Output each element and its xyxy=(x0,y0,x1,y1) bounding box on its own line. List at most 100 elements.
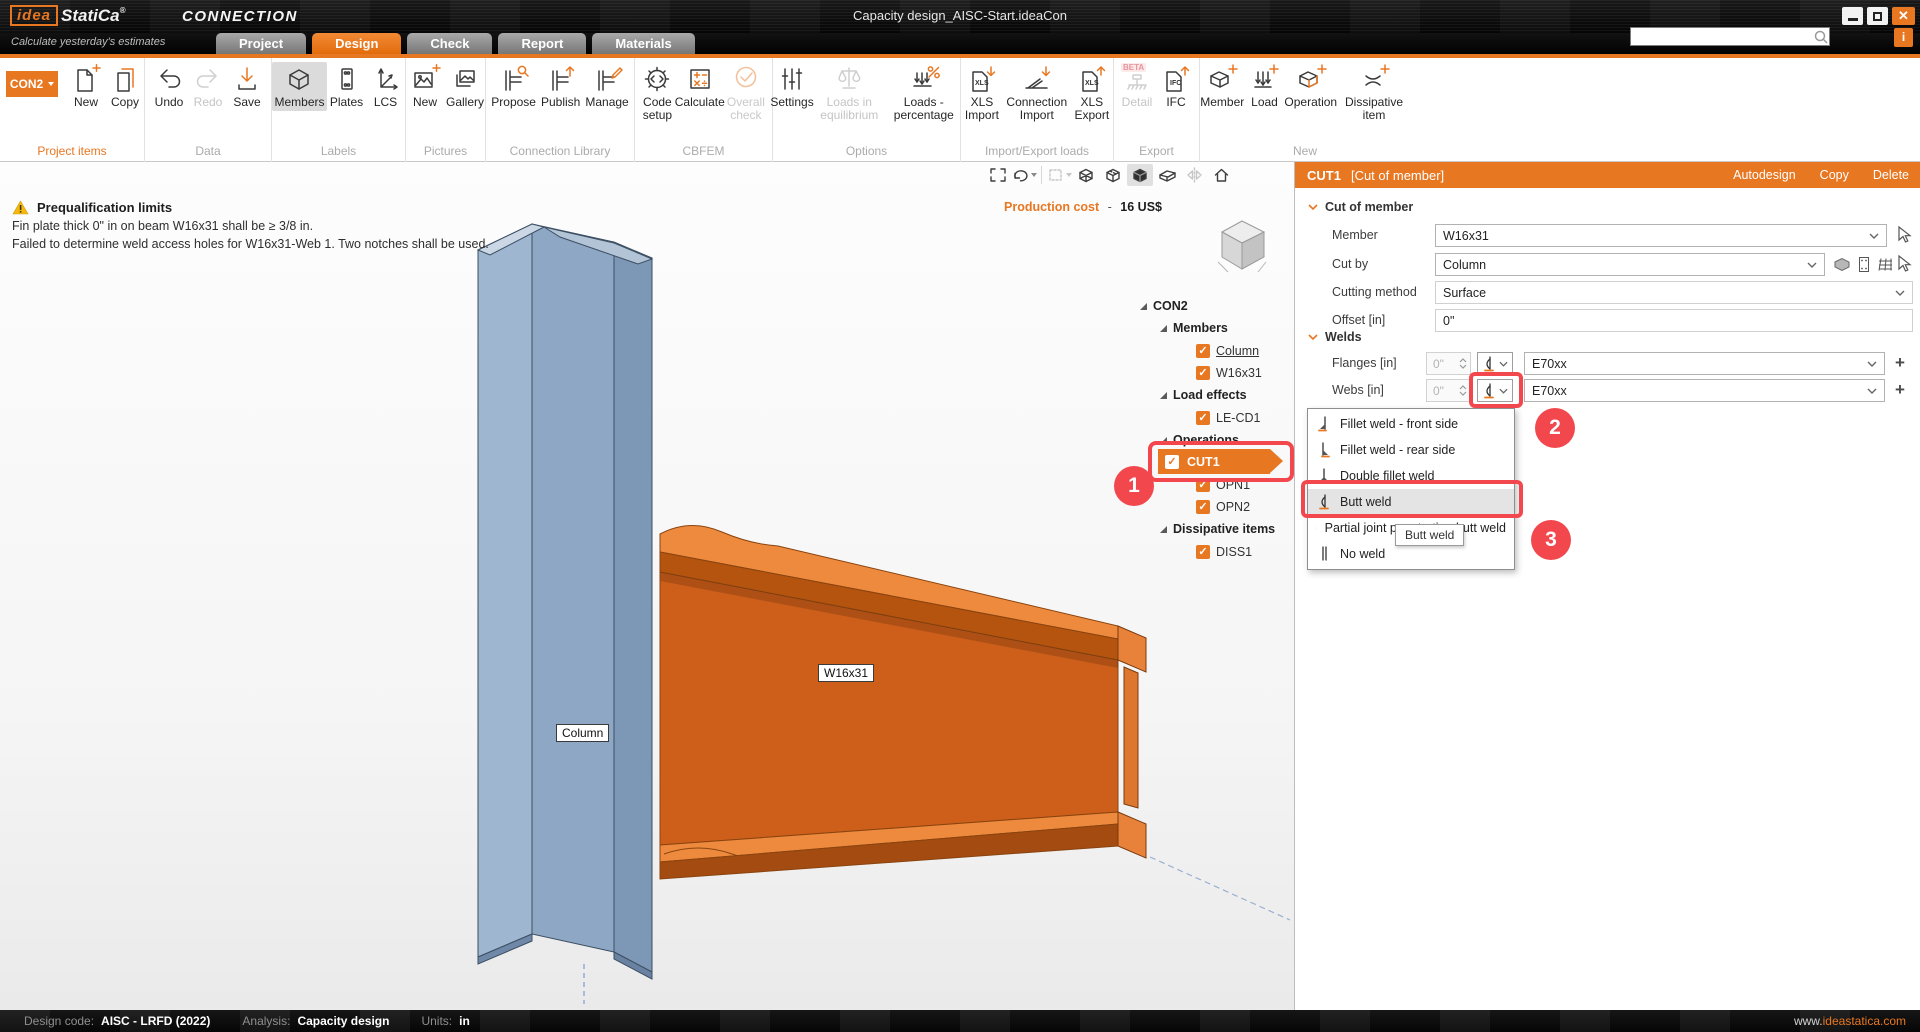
connection-import-button[interactable]: Connection Import xyxy=(1004,62,1070,124)
new-load-button[interactable]: Load xyxy=(1246,62,1284,111)
new-operation-button[interactable]: Operation xyxy=(1285,62,1338,111)
undo-button[interactable]: Undo xyxy=(150,62,188,111)
lcs-labels-button[interactable]: LCS xyxy=(367,62,405,111)
tab-report[interactable]: Report xyxy=(498,33,586,54)
maximize-icon xyxy=(1873,12,1882,21)
tree-item-opn2[interactable]: ✓OPN2 xyxy=(1196,497,1250,517)
partial-penetration-weld-icon xyxy=(1316,520,1317,536)
webs-electrode-dropdown[interactable]: E70xx xyxy=(1524,379,1885,402)
cutting-method-dropdown[interactable]: Surface xyxy=(1435,281,1913,304)
checkbox-checked-icon[interactable]: ✓ xyxy=(1196,545,1210,559)
copy-project-item-button[interactable]: Copy xyxy=(106,62,144,111)
website-link[interactable]: www.ideastatica.com xyxy=(1794,1014,1906,1028)
operation-title: CUT1 xyxy=(1307,168,1341,183)
tree-item-le-cd1[interactable]: ✓LE-CD1 xyxy=(1196,408,1260,428)
cut-by-dropdown[interactable]: Column xyxy=(1435,253,1825,276)
code-setup-button[interactable]: Code setup xyxy=(635,62,680,124)
new-picture-button[interactable]: New xyxy=(406,62,444,111)
tree-node-dissipative-items[interactable]: Dissipative items xyxy=(1160,519,1275,539)
checkbox-checked-icon[interactable]: ✓ xyxy=(1196,344,1210,358)
spinner-arrows-icon[interactable] xyxy=(1459,385,1467,396)
plate-mode-icon[interactable] xyxy=(1857,256,1871,273)
welds-section-header[interactable]: Welds xyxy=(1308,330,1362,344)
select-cut-by-pointer-button[interactable] xyxy=(1896,255,1912,278)
viewport-3d: Prequalification limits Fin plate thick … xyxy=(0,162,1294,1010)
minimize-button[interactable] xyxy=(1842,7,1863,25)
publish-button[interactable]: Publish xyxy=(539,62,582,111)
chevron-down-icon xyxy=(1867,388,1877,394)
tab-check[interactable]: Check xyxy=(407,33,492,54)
add-flange-weld-button[interactable]: + xyxy=(1895,354,1905,372)
propose-button[interactable]: Propose xyxy=(489,62,538,111)
expand-icon xyxy=(1160,526,1167,533)
search-input[interactable] xyxy=(1631,29,1813,44)
ribbon-group-project-items: CON2 New Copy Project items xyxy=(0,58,145,162)
manage-button[interactable]: Manage xyxy=(583,62,630,111)
loads-percentage-button[interactable]: Loads - percentage xyxy=(888,62,960,124)
tagline: Calculate yesterday's estimates xyxy=(11,36,165,48)
operation-plus-icon xyxy=(1295,64,1327,94)
menu-item-fillet-rear[interactable]: Fillet weld - rear side xyxy=(1308,437,1514,463)
svg-text:XLS: XLS xyxy=(1085,80,1099,87)
loads-in-equilibrium-button[interactable]: Loads in equilibrium xyxy=(812,62,887,124)
tree-item-diss1[interactable]: ✓DISS1 xyxy=(1196,542,1252,562)
gallery-button[interactable]: Gallery xyxy=(445,62,485,111)
info-button[interactable]: i xyxy=(1894,28,1913,47)
save-button[interactable]: Save xyxy=(228,62,266,111)
offset-input[interactable]: 0" xyxy=(1435,309,1913,332)
check-circle-icon xyxy=(730,64,762,94)
new-dissipative-item-button[interactable]: Dissipative item xyxy=(1338,62,1410,124)
ifc-export-icon: IFC xyxy=(1160,64,1192,94)
fillet-weld-rear-icon xyxy=(1316,442,1332,458)
chevron-down-icon xyxy=(1895,290,1905,296)
copy-operation-button[interactable]: Copy xyxy=(1820,168,1849,182)
select-member-pointer-button[interactable] xyxy=(1896,226,1912,249)
xls-export-button[interactable]: XLS XLS Export xyxy=(1071,62,1113,124)
spinner-arrows-icon[interactable] xyxy=(1459,358,1467,369)
menu-item-fillet-front[interactable]: Fillet weld - front side xyxy=(1308,411,1514,437)
solid-mode-icon[interactable] xyxy=(1833,256,1851,273)
plates-labels-button[interactable]: Plates xyxy=(328,62,366,111)
tree-item-column[interactable]: ✓Column xyxy=(1196,341,1259,361)
checkbox-checked-icon[interactable]: ✓ xyxy=(1196,366,1210,380)
flanges-electrode-dropdown[interactable]: E70xx xyxy=(1524,352,1885,375)
tab-materials[interactable]: Materials xyxy=(592,33,694,54)
flanges-size-spinner[interactable]: 0" xyxy=(1426,352,1471,375)
autodesign-button[interactable]: Autodesign xyxy=(1733,168,1796,182)
new-member-button[interactable]: Member xyxy=(1200,62,1245,111)
checkbox-checked-icon[interactable]: ✓ xyxy=(1196,500,1210,514)
calculate-button[interactable]: Calculate xyxy=(681,62,719,111)
tree-node-load-effects[interactable]: Load effects xyxy=(1160,385,1247,405)
new-project-item-button[interactable]: New xyxy=(67,62,105,111)
add-web-weld-button[interactable]: + xyxy=(1895,381,1905,399)
svg-text:XLS: XLS xyxy=(975,80,989,87)
chevron-down-icon xyxy=(1499,361,1508,367)
tree-node-members[interactable]: Members xyxy=(1160,318,1228,338)
checkbox-checked-icon[interactable]: ✓ xyxy=(1196,411,1210,425)
cut-of-member-section-header[interactable]: Cut of member xyxy=(1308,200,1413,214)
calculate-icon xyxy=(684,64,716,94)
tab-project[interactable]: Project xyxy=(216,33,306,54)
close-button[interactable]: ✕ xyxy=(1892,7,1915,25)
design-code-value: AISC - LRFD (2022) xyxy=(101,1014,210,1028)
overall-check-button[interactable]: Overall check xyxy=(720,62,772,124)
maximize-button[interactable] xyxy=(1867,7,1888,25)
member-dropdown[interactable]: W16x31 xyxy=(1435,224,1887,247)
detail-export-button[interactable]: BETA Detail xyxy=(1118,62,1156,111)
ifc-export-button[interactable]: IFC IFC xyxy=(1157,62,1195,111)
member-plus-icon xyxy=(1206,64,1238,94)
tree-node-con2[interactable]: CON2 xyxy=(1140,296,1188,316)
redo-button[interactable]: Redo xyxy=(189,62,227,111)
mesh-mode-icon[interactable] xyxy=(1877,256,1894,273)
xls-import-button[interactable]: XLS XLS Import xyxy=(961,62,1003,124)
members-labels-button[interactable]: Members xyxy=(272,62,326,111)
delete-operation-button[interactable]: Delete xyxy=(1873,168,1909,182)
settings-button[interactable]: Settings xyxy=(773,62,811,111)
close-icon: ✕ xyxy=(1898,8,1909,24)
con2-dropdown-button[interactable]: CON2 xyxy=(6,71,58,97)
chevron-down-icon xyxy=(1807,262,1817,268)
webs-size-spinner[interactable]: 0" xyxy=(1426,379,1471,402)
tree-item-w16x31[interactable]: ✓W16x31 xyxy=(1196,363,1262,383)
app-window: idea StatiCa® CONNECTION Capacity design… xyxy=(0,0,1920,1032)
tab-design[interactable]: Design xyxy=(312,33,401,54)
